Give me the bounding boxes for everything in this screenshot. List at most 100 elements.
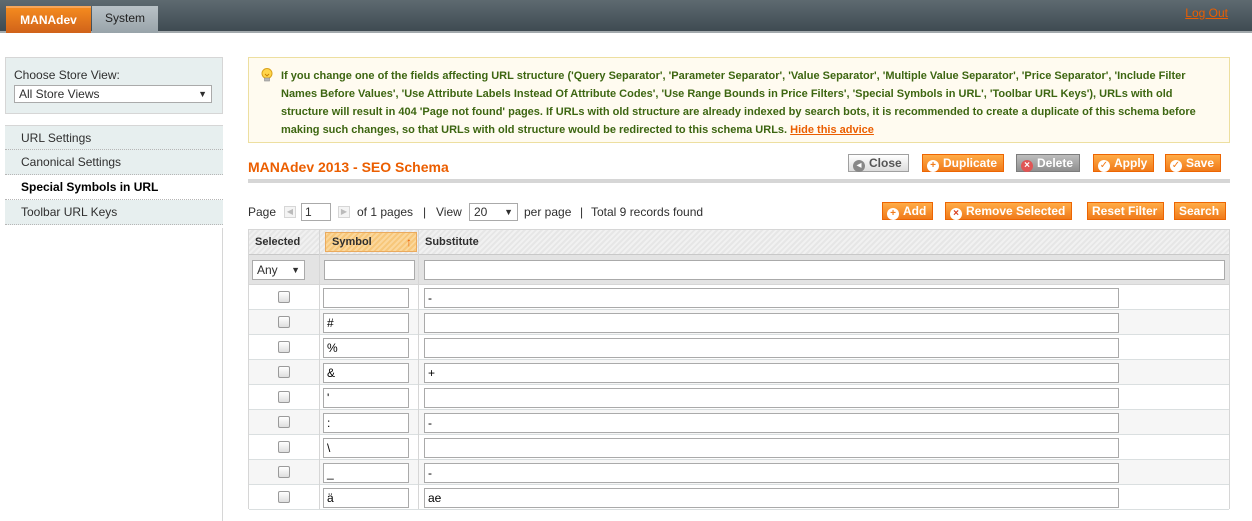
column-header-selected[interactable]: Selected — [249, 230, 319, 254]
table-row: # — [249, 310, 1229, 335]
substitute-input[interactable] — [424, 388, 1119, 408]
checkmark-icon: ✓ — [1170, 160, 1182, 172]
arrow-left-icon: ◂ — [853, 160, 865, 172]
page-number-input[interactable]: 1 — [301, 203, 331, 221]
hide-advice-link[interactable]: Hide this advice — [790, 124, 874, 136]
duplicate-button[interactable]: + Duplicate — [922, 154, 1005, 172]
close-button[interactable]: ◂ Close — [848, 154, 909, 172]
sidebar-item-toolbar-url-keys[interactable]: Toolbar URL Keys — [5, 200, 223, 225]
top-navigation-bar: MANAdev System Log Out — [0, 0, 1252, 33]
column-header-symbol-label: Symbol — [332, 236, 372, 248]
pager-separator: | — [580, 205, 584, 219]
chevron-down-icon: ▼ — [291, 265, 300, 275]
apply-button[interactable]: ✓ Apply — [1093, 154, 1155, 172]
symbol-input[interactable]: ' — [323, 388, 409, 408]
row-checkbox[interactable] — [278, 341, 290, 353]
store-switcher-label: Choose Store View: — [14, 68, 120, 82]
view-label: View — [436, 205, 462, 219]
logout-link[interactable]: Log Out — [1185, 6, 1228, 20]
substitute-input[interactable] — [424, 438, 1119, 458]
row-checkbox[interactable] — [278, 291, 290, 303]
substitute-filter-input[interactable] — [424, 260, 1225, 280]
plus-icon: + — [927, 160, 939, 172]
header-divider — [248, 179, 1230, 183]
symbol-input[interactable]: \ — [323, 438, 409, 458]
substitute-input[interactable]: - — [424, 413, 1119, 433]
prev-page-icon[interactable]: ◀ — [284, 206, 296, 218]
table-row: ä ae — [249, 485, 1229, 510]
row-checkbox[interactable] — [278, 316, 290, 328]
row-checkbox[interactable] — [278, 466, 290, 478]
lightbulb-icon — [261, 68, 273, 82]
substitute-input[interactable]: + — [424, 363, 1119, 383]
chevron-down-icon: ▼ — [198, 89, 207, 99]
store-view-value: All Store Views — [19, 87, 100, 101]
symbol-filter-input[interactable] — [324, 260, 415, 280]
store-switcher: Choose Store View: All Store Views ▼ — [5, 57, 223, 114]
symbol-input[interactable]: % — [323, 338, 409, 358]
table-row: : - — [249, 410, 1229, 435]
pager-separator: | — [423, 205, 427, 219]
symbol-input[interactable]: ä — [323, 488, 409, 508]
substitute-input[interactable]: - — [424, 463, 1119, 483]
table-row: ' — [249, 385, 1229, 410]
remove-icon: × — [950, 208, 962, 220]
table-row: & + — [249, 360, 1229, 385]
page-title: MANAdev 2013 - SEO Schema — [248, 159, 449, 175]
sidebar-divider — [222, 228, 223, 521]
grid-filter-row: Any ▼ — [249, 255, 1229, 285]
table-row: % — [249, 335, 1229, 360]
sidebar-tabs: URL Settings Canonical Settings Special … — [5, 125, 223, 225]
per-page-value: 20 — [474, 205, 488, 219]
substitute-input[interactable] — [424, 313, 1119, 333]
row-checkbox[interactable] — [278, 366, 290, 378]
nav-tab-system[interactable]: System — [92, 6, 158, 33]
remove-selected-button[interactable]: × Remove Selected — [945, 202, 1073, 220]
symbol-input[interactable]: # — [323, 313, 409, 333]
search-button[interactable]: Search — [1174, 202, 1227, 220]
symbol-input[interactable]: _ — [323, 463, 409, 483]
substitute-input[interactable]: ae — [424, 488, 1119, 508]
delete-icon: × — [1021, 160, 1033, 172]
save-button[interactable]: ✓ Save — [1165, 154, 1222, 172]
checkmark-icon: ✓ — [1098, 160, 1110, 172]
substitute-input[interactable] — [424, 338, 1119, 358]
advice-text: If you change one of the fields affectin… — [281, 70, 1196, 136]
delete-button[interactable]: × Delete — [1016, 154, 1081, 172]
advice-notice: If you change one of the fields affectin… — [248, 57, 1230, 143]
next-page-icon[interactable]: ▶ — [338, 206, 350, 218]
sidebar-item-url-settings[interactable]: URL Settings — [5, 125, 223, 150]
store-view-select[interactable]: All Store Views ▼ — [14, 85, 212, 103]
total-records: Total 9 records found — [591, 205, 704, 219]
table-row: - — [249, 285, 1229, 310]
column-separator — [418, 230, 419, 509]
grid-header: Selected Symbol ↑ Substitute — [249, 230, 1229, 255]
symbol-input[interactable]: & — [323, 363, 409, 383]
plus-icon: + — [887, 208, 899, 220]
substitute-input[interactable]: - — [424, 288, 1119, 308]
sidebar-item-special-symbols[interactable]: Special Symbols in URL — [5, 175, 223, 200]
per-page-select[interactable]: 20 ▼ — [469, 203, 518, 221]
sidebar-item-canonical-settings[interactable]: Canonical Settings — [5, 150, 223, 175]
sort-ascending-icon: ↑ — [406, 235, 412, 249]
row-checkbox[interactable] — [278, 416, 290, 428]
row-checkbox[interactable] — [278, 491, 290, 503]
selected-filter-value: Any — [257, 263, 278, 277]
symbol-input[interactable] — [323, 288, 409, 308]
column-header-substitute[interactable]: Substitute — [419, 230, 719, 254]
of-pages-label: of 1 pages — [357, 205, 414, 219]
column-header-symbol[interactable]: Symbol ↑ — [325, 232, 417, 252]
reset-filter-button[interactable]: Reset Filter — [1087, 202, 1165, 220]
add-button[interactable]: + Add — [882, 202, 934, 220]
symbols-grid: Selected Symbol ↑ Substitute Any ▼ - # %… — [248, 229, 1230, 510]
column-separator — [319, 230, 320, 509]
per-page-label: per page — [524, 205, 572, 219]
selected-filter-select[interactable]: Any ▼ — [252, 260, 305, 280]
page-label: Page — [248, 205, 277, 219]
row-checkbox[interactable] — [278, 441, 290, 453]
row-checkbox[interactable] — [278, 391, 290, 403]
chevron-down-icon: ▼ — [504, 207, 513, 217]
symbol-input[interactable]: : — [323, 413, 409, 433]
nav-tab-manadev[interactable]: MANAdev — [6, 6, 91, 33]
table-row: _ - — [249, 460, 1229, 485]
